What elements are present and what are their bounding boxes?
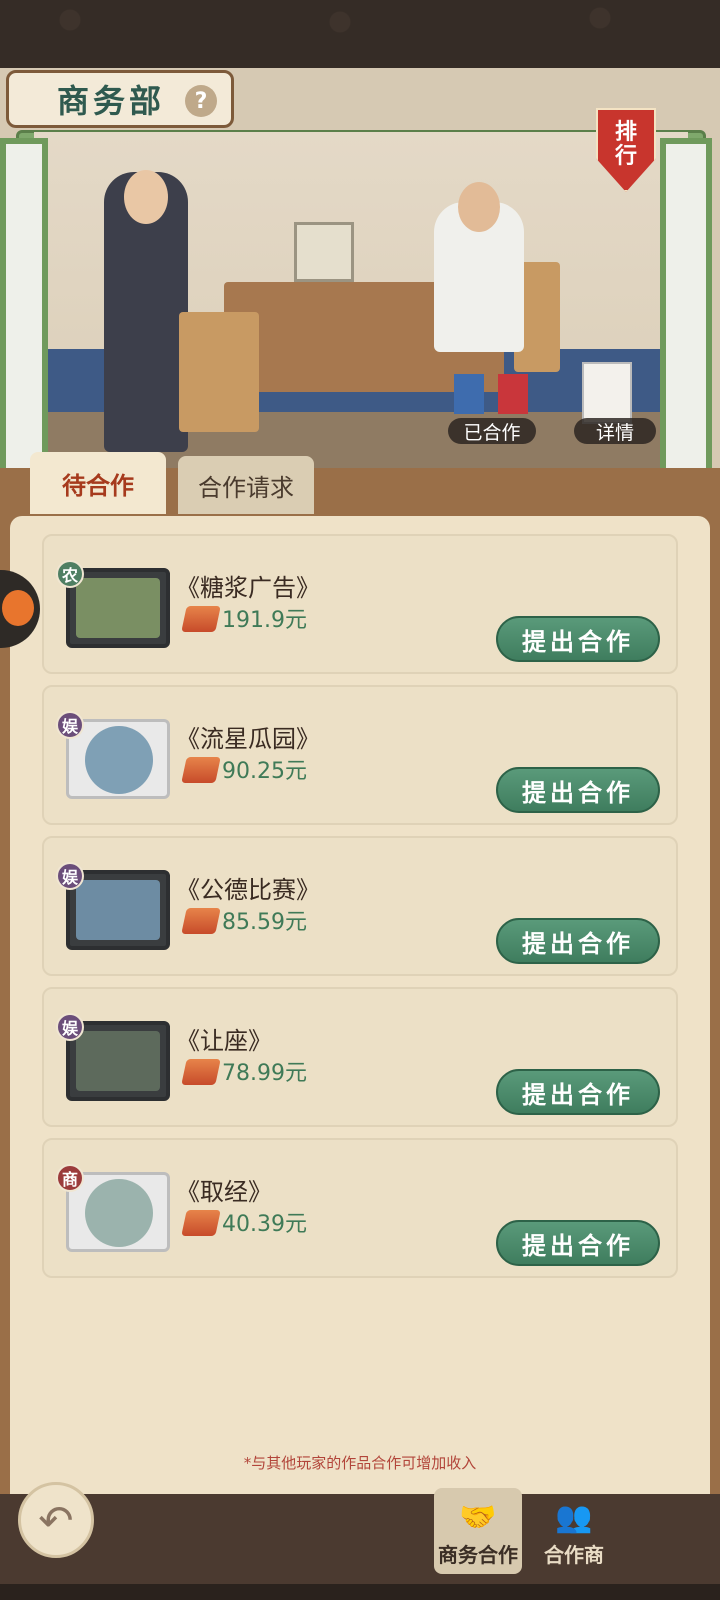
work-price: 191.9元 xyxy=(222,608,307,633)
ranking-char-2: 行 xyxy=(614,143,637,169)
left-window-decoration xyxy=(0,138,48,488)
partners-icon: 👥 xyxy=(555,1500,593,1535)
nav-partners[interactable]: 👥 合作商 xyxy=(530,1488,618,1574)
category-badge: 商 xyxy=(56,1164,84,1192)
page-title: 商务部 xyxy=(57,82,166,120)
arrow-left-icon: ↶ xyxy=(38,1495,74,1545)
list-item: 娱 《让座》 78.99元 提出合作 xyxy=(42,987,678,1127)
cooperation-list: 农 《糖浆广告》 191.9元 提出合作 娱 《流星瓜园》 90.25元 提出合… xyxy=(42,534,678,1289)
income-hint: *与其他玩家的作品合作可增加收入 xyxy=(243,1454,477,1472)
work-title: 《让座》 xyxy=(176,1027,272,1055)
work-price: 78.99元 xyxy=(222,1061,307,1086)
list-item: 商 《取经》 40.39元 提出合作 xyxy=(42,1138,678,1278)
money-stack-icon xyxy=(181,1210,221,1236)
help-icon[interactable]: ? xyxy=(185,85,217,117)
tab-pending[interactable]: 待合作 xyxy=(30,452,166,514)
propose-cooperation-button[interactable]: 提出合作 xyxy=(496,918,660,964)
tab-requests[interactable]: 合作请求 xyxy=(178,456,314,514)
propose-cooperation-button[interactable]: 提出合作 xyxy=(496,767,660,813)
work-price: 40.39元 xyxy=(222,1212,307,1237)
computer-illustration xyxy=(294,222,354,282)
handshake-icon: 🤝 xyxy=(459,1500,497,1535)
details-button[interactable]: 详情 xyxy=(574,418,656,444)
category-badge: 娱 xyxy=(56,862,84,890)
orange-mascot-icon xyxy=(2,590,34,626)
right-window-decoration xyxy=(660,138,712,488)
work-title: 《取经》 xyxy=(176,1178,272,1206)
work-title: 《糖浆广告》 xyxy=(176,574,320,602)
ranking-char-1: 排 xyxy=(614,119,637,145)
money-stack-icon xyxy=(181,908,221,934)
money-stack-icon xyxy=(181,1059,221,1085)
businessman-figure xyxy=(104,170,188,452)
documents-illustration xyxy=(582,362,632,424)
money-stack-icon xyxy=(181,757,221,783)
nav-business-label: 商务合作 xyxy=(438,1543,518,1567)
money-stack-icon xyxy=(181,606,221,632)
list-item: 娱 《流星瓜园》 90.25元 提出合作 xyxy=(42,685,678,825)
category-badge: 娱 xyxy=(56,711,84,739)
nav-partners-label: 合作商 xyxy=(544,1543,604,1567)
chair-illustration xyxy=(179,312,259,432)
work-title: 《流星瓜园》 xyxy=(176,725,320,753)
work-title: 《公德比赛》 xyxy=(176,876,320,904)
work-price: 90.25元 xyxy=(222,759,307,784)
back-button[interactable]: ↶ xyxy=(18,1482,94,1558)
propose-cooperation-button[interactable]: 提出合作 xyxy=(496,616,660,662)
status-bar xyxy=(0,0,720,68)
propose-cooperation-button[interactable]: 提出合作 xyxy=(496,1220,660,1266)
partnered-button[interactable]: 已合作 xyxy=(448,418,536,444)
category-badge: 娱 xyxy=(56,1013,84,1041)
propose-cooperation-button[interactable]: 提出合作 xyxy=(496,1069,660,1115)
nav-business-cooperation[interactable]: 🤝 商务合作 xyxy=(434,1488,522,1574)
secretary-figure xyxy=(434,182,524,352)
category-badge: 农 xyxy=(56,560,84,588)
work-price: 85.59元 xyxy=(222,910,307,935)
system-nav-strip xyxy=(0,1584,720,1600)
flags-illustration xyxy=(454,368,534,424)
list-item: 娱 《公德比赛》 85.59元 提出合作 xyxy=(42,836,678,976)
page-title-plate: 商务部 ? xyxy=(6,70,234,128)
list-item: 农 《糖浆广告》 191.9元 提出合作 xyxy=(42,534,678,674)
